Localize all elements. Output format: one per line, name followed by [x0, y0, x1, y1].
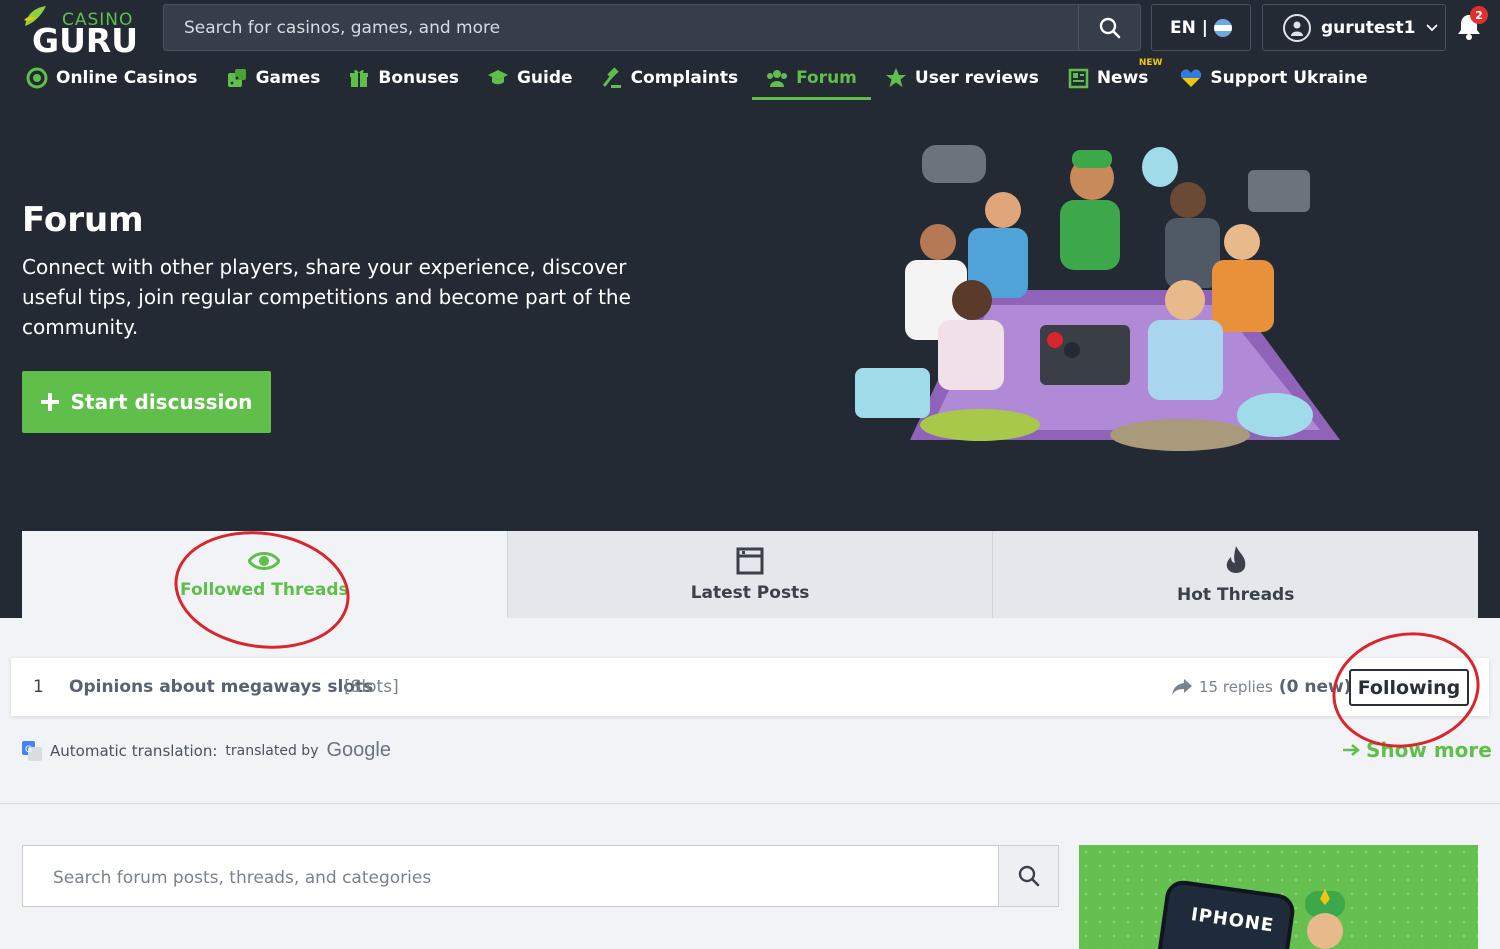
nav-label: Bonuses	[378, 68, 459, 88]
dice-icon	[227, 69, 246, 87]
arrow-right-icon	[1343, 744, 1360, 756]
google-logo: Google	[326, 739, 391, 761]
logo-guru-text: GURU	[32, 21, 139, 60]
gift-icon	[350, 69, 369, 87]
guru-mascot-icon	[1305, 889, 1345, 949]
translated-by-label: translated by	[225, 742, 319, 759]
search-button[interactable]	[1078, 5, 1140, 50]
share-arrow-icon	[1172, 679, 1192, 695]
nav-label: Forum	[796, 68, 857, 88]
notification-count-badge: 2	[1470, 6, 1488, 24]
forum-community-illustration	[855, 145, 1340, 451]
language-label: EN |	[1170, 17, 1208, 38]
thread-title-link[interactable]: Opinions about megaways slots	[69, 677, 373, 697]
window-icon	[736, 547, 764, 574]
nav-label: Support Ukraine	[1210, 68, 1368, 88]
nav-label: News	[1096, 68, 1149, 88]
top-bar: CASINO GURU Search for casinos, games, a…	[0, 0, 1500, 100]
nav-forum[interactable]: Forum	[752, 56, 871, 100]
forum-search-input[interactable]: Search forum posts, threads, and categor…	[53, 868, 431, 888]
search-icon	[1018, 865, 1039, 887]
replies-count: 15 replies	[1199, 678, 1273, 696]
show-more-link[interactable]: Show more	[1342, 738, 1492, 762]
flame-icon	[1226, 545, 1245, 573]
table-row[interactable]: 1 Opinions about megaways slots [Slots] …	[11, 658, 1489, 716]
automatic-translation-notice: G Automatic translation: translated by G…	[22, 739, 391, 762]
tab-hot-threads[interactable]: Hot Threads	[992, 531, 1479, 618]
site-search[interactable]: Search for casinos, games, and more	[163, 4, 1141, 51]
forum-tabs: Followed Threads Latest Posts Hot Thread…	[22, 531, 1479, 618]
forum-search-button[interactable]	[998, 846, 1058, 906]
phone-text: IPHONE	[1189, 904, 1276, 937]
page-title: Forum	[22, 200, 144, 240]
nav-label: Complaints	[630, 68, 739, 88]
nav-news[interactable]: News NEW	[1053, 56, 1167, 100]
plus-icon	[40, 393, 59, 411]
eye-icon	[248, 551, 281, 570]
nav-user-reviews[interactable]: User reviews	[871, 56, 1053, 100]
gavel-icon	[602, 67, 621, 88]
main-navigation: Online Casinos Games Bonuses Guide Compl…	[0, 56, 1500, 100]
nav-online-casinos[interactable]: Online Casinos	[0, 56, 212, 100]
thread-replies: 15 replies (0 new)	[1171, 677, 1351, 697]
tab-followed-threads[interactable]: Followed Threads	[22, 531, 507, 618]
nav-games[interactable]: Games	[212, 56, 335, 100]
section-divider	[0, 803, 1500, 804]
nav-complaints[interactable]: Complaints	[587, 56, 753, 100]
notifications-button[interactable]: 2	[1456, 6, 1488, 42]
casino-guru-logo[interactable]: CASINO GURU	[22, 4, 142, 60]
iphone-promo-banner[interactable]: IPHONE	[1079, 845, 1478, 949]
graduation-cap-icon	[487, 70, 508, 85]
new-replies-count: (0 new)	[1278, 677, 1352, 697]
svg-text:G: G	[25, 745, 32, 755]
nav-label: User reviews	[914, 68, 1039, 88]
newspaper-icon	[1068, 68, 1089, 89]
start-discussion-button[interactable]: Start discussion	[22, 371, 271, 433]
forum-search[interactable]: Search forum posts, threads, and categor…	[22, 845, 1059, 907]
hero-description: Connect with other players, share your e…	[22, 255, 631, 339]
translation-label: Automatic translation:	[50, 741, 218, 760]
casino-chip-icon	[26, 67, 48, 89]
nav-guide[interactable]: Guide	[473, 56, 587, 100]
nav-label: Guide	[516, 68, 573, 88]
heart-icon	[1181, 69, 1202, 87]
thread-category[interactable]: [Slots]	[344, 677, 399, 697]
thread-number: 1	[33, 677, 44, 697]
tab-label: Hot Threads	[1177, 584, 1295, 605]
language-selector[interactable]: EN |	[1151, 4, 1251, 51]
user-menu[interactable]: gurutest1	[1262, 4, 1446, 51]
chevron-down-icon	[1425, 23, 1438, 31]
nav-label: Games	[255, 68, 321, 88]
flag-icon	[1213, 18, 1232, 37]
avatar	[1283, 13, 1311, 42]
following-button[interactable]: Following	[1349, 669, 1469, 706]
new-badge: NEW	[1138, 58, 1163, 68]
show-more-label: Show more	[1366, 738, 1492, 762]
search-input[interactable]: Search for casinos, games, and more	[184, 18, 500, 38]
nav-bonuses[interactable]: Bonuses	[334, 56, 473, 100]
tab-label: Latest Posts	[690, 582, 810, 603]
user-icon	[1291, 21, 1303, 36]
start-discussion-label: Start discussion	[70, 390, 253, 414]
tab-latest-posts[interactable]: Latest Posts	[506, 531, 993, 618]
tab-label: Followed Threads	[180, 579, 349, 600]
phone-illustration: IPHONE	[1155, 878, 1297, 949]
username: gurutest1	[1321, 17, 1416, 38]
users-icon	[767, 70, 788, 87]
google-translate-icon: G	[22, 740, 42, 761]
star-icon	[885, 68, 906, 87]
nav-label: Online Casinos	[56, 68, 198, 88]
search-icon	[1099, 17, 1120, 38]
nav-support-ukraine[interactable]: Support Ukraine	[1166, 56, 1381, 100]
